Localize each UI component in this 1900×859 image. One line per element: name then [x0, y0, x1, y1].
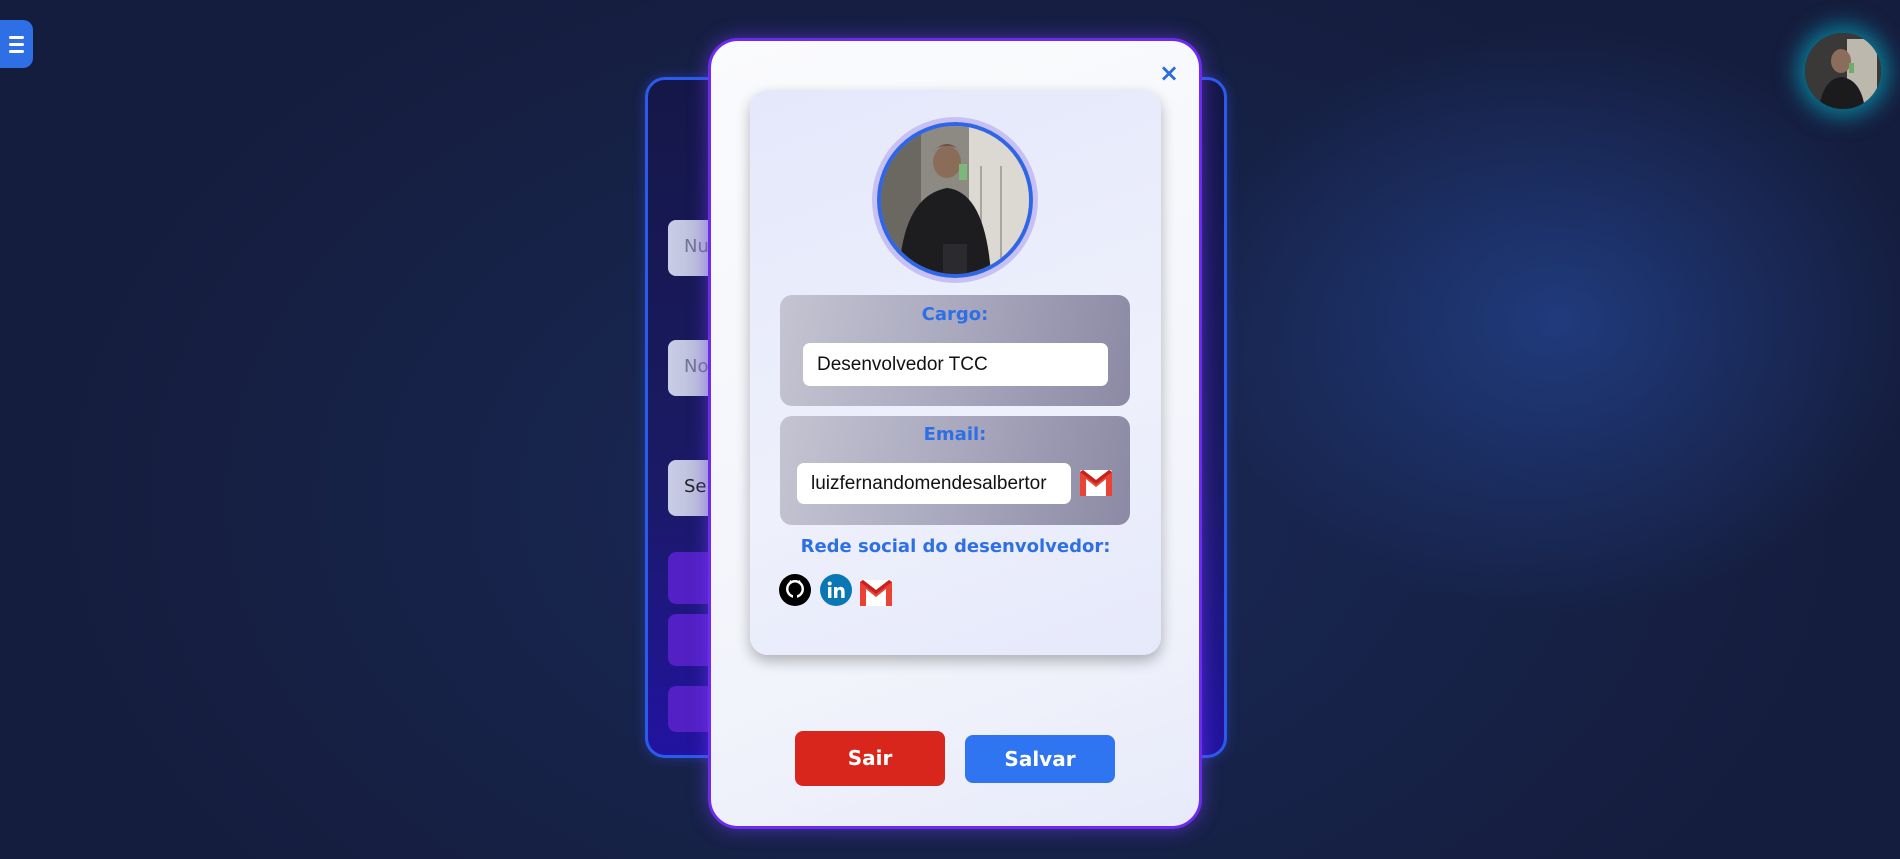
email-label: Email: [923, 424, 987, 445]
social-title: Rede social do desenvolvedor: [800, 536, 1111, 557]
profile-photo [877, 122, 1033, 278]
cargo-field[interactable]: Desenvolvedor TCC [803, 343, 1108, 386]
exit-button[interactable]: Sair [795, 731, 945, 786]
menu-button[interactable] [0, 20, 33, 68]
gmail-social-icon[interactable] [860, 577, 892, 609]
cargo-section: Cargo: Desenvolvedor TCC [780, 295, 1130, 406]
email-section: Email: luizfernandomendesalbertor [780, 416, 1130, 525]
gmail-icon[interactable] [1080, 470, 1112, 496]
cargo-label: Cargo: [921, 304, 989, 325]
close-button[interactable]: × [1158, 61, 1180, 85]
linkedin-icon[interactable] [820, 574, 852, 606]
profile-photo-image [881, 126, 1029, 274]
avatar-photo [1805, 33, 1881, 109]
email-field[interactable]: luizfernandomendesalbertor [797, 463, 1071, 504]
save-button[interactable]: Salvar [965, 735, 1115, 783]
user-avatar[interactable] [1805, 33, 1881, 109]
github-icon[interactable] [779, 574, 811, 606]
hamburger-icon [9, 35, 24, 53]
